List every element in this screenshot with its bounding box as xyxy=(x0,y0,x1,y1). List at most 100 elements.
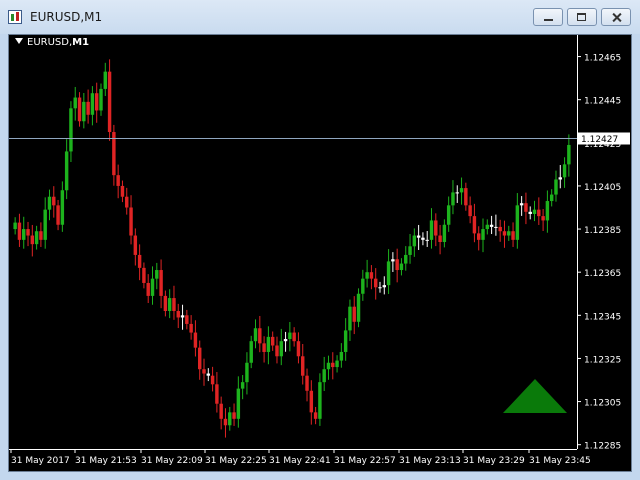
candle-body xyxy=(47,196,52,210)
time-tick-label: 31 May 22:25 xyxy=(205,456,267,466)
candle-body xyxy=(215,384,219,404)
candle-body xyxy=(408,246,412,255)
candle-body xyxy=(253,328,258,342)
chart-window: EURUSD,M1 1.12465 1.12445 1.12425 1.12405 1.… xyxy=(0,0,640,480)
candle-body xyxy=(34,231,39,245)
candle-body xyxy=(219,403,223,419)
candle-body xyxy=(142,267,146,283)
candle-body xyxy=(494,226,498,228)
candle-body xyxy=(451,192,455,206)
candle-body xyxy=(107,71,112,133)
candle-body xyxy=(305,375,309,391)
candle-body xyxy=(292,332,296,342)
candle-body xyxy=(412,235,417,247)
candle-body xyxy=(481,229,485,240)
price-tick-label: 1.12285 xyxy=(584,442,621,452)
candle-body xyxy=(296,341,301,357)
candle-body xyxy=(567,144,571,165)
candle-body xyxy=(288,332,292,340)
candle-body xyxy=(270,336,275,346)
candle-body xyxy=(399,263,404,271)
candle-body xyxy=(459,188,464,193)
candle-body xyxy=(236,388,241,419)
symbol-label[interactable]: EURUSD,M1 xyxy=(15,37,89,48)
candle-body xyxy=(434,220,438,236)
candle-body xyxy=(228,412,232,426)
candle-body xyxy=(541,216,545,221)
candle-body xyxy=(172,298,176,311)
timeframe-label: M1 xyxy=(72,37,90,48)
candle-body xyxy=(464,188,468,206)
candle-body xyxy=(326,362,331,370)
candle-body xyxy=(455,192,459,194)
candle-body xyxy=(425,239,429,241)
candle-body xyxy=(549,194,554,202)
candle-body xyxy=(180,315,185,318)
dropdown-triangle-icon xyxy=(15,38,23,44)
title-bar[interactable]: EURUSD,M1 xyxy=(0,0,640,34)
candle-body xyxy=(69,108,73,152)
candle-body xyxy=(240,382,245,389)
price-tick-label: 1.12305 xyxy=(584,399,621,409)
symbol-name: EURUSD xyxy=(27,37,69,48)
candle-body xyxy=(502,231,507,236)
candle-body xyxy=(73,97,77,109)
candle-body xyxy=(511,231,515,240)
time-tick-label: 31 May 21:53 xyxy=(75,456,137,466)
candle-body xyxy=(391,259,395,262)
candle-body xyxy=(356,293,361,322)
candle-body xyxy=(90,93,95,115)
candle-body xyxy=(77,97,82,122)
candle-body xyxy=(60,190,65,225)
candle-body xyxy=(275,345,279,357)
candle-body xyxy=(167,298,172,311)
candle-body xyxy=(56,205,60,225)
candle-body xyxy=(86,101,90,115)
candle-body xyxy=(489,224,494,227)
candle-body xyxy=(378,287,382,289)
candle-body xyxy=(43,209,47,240)
time-tick-label: 31 May 22:09 xyxy=(141,456,203,466)
candle-body xyxy=(507,231,511,236)
close-button[interactable] xyxy=(601,8,631,26)
maximize-button[interactable] xyxy=(567,8,597,26)
maximize-icon xyxy=(568,9,596,25)
chart-window-icon[interactable] xyxy=(8,10,22,24)
candle-body xyxy=(365,272,369,279)
candle-body xyxy=(361,278,365,294)
current-price-label: 1.12427 xyxy=(581,135,618,145)
candle-body xyxy=(120,185,125,197)
candle-body xyxy=(26,229,30,236)
candle-body xyxy=(146,282,150,296)
candle-body xyxy=(339,351,344,361)
candle-body xyxy=(17,222,22,240)
candlestick-chart[interactable]: 1.124651.124451.124251.124051.123851.123… xyxy=(9,35,631,471)
minimize-icon xyxy=(534,9,562,25)
candle-body xyxy=(249,341,253,363)
candle-body xyxy=(382,285,387,288)
time-tick-label: 31 May 22:57 xyxy=(334,456,396,466)
minimize-button[interactable] xyxy=(533,8,563,26)
candle-body xyxy=(94,93,99,111)
chart-area[interactable]: 1.12465 1.12445 1.12425 1.12405 1.12385 1.123… xyxy=(8,34,632,472)
candle-body xyxy=(562,164,567,178)
candle-body xyxy=(52,196,56,206)
candle-body xyxy=(202,369,206,374)
candle-body xyxy=(554,179,558,195)
candle-body xyxy=(159,270,163,296)
candle-body xyxy=(395,259,399,271)
candle-body xyxy=(369,272,374,279)
candle-body xyxy=(258,328,262,344)
candle-body xyxy=(99,88,103,111)
price-tick-label: 1.12385 xyxy=(584,226,621,236)
candle-body xyxy=(309,390,314,413)
candle-body xyxy=(189,323,193,333)
candle-body xyxy=(150,278,155,296)
price-tick-label: 1.12325 xyxy=(584,355,621,365)
candle-body xyxy=(206,373,211,376)
candle-body xyxy=(301,356,305,376)
candle-body xyxy=(262,343,266,352)
candle-body xyxy=(386,261,391,286)
time-tick-label: 31 May 2017 xyxy=(11,456,70,466)
candle-body xyxy=(22,229,26,240)
